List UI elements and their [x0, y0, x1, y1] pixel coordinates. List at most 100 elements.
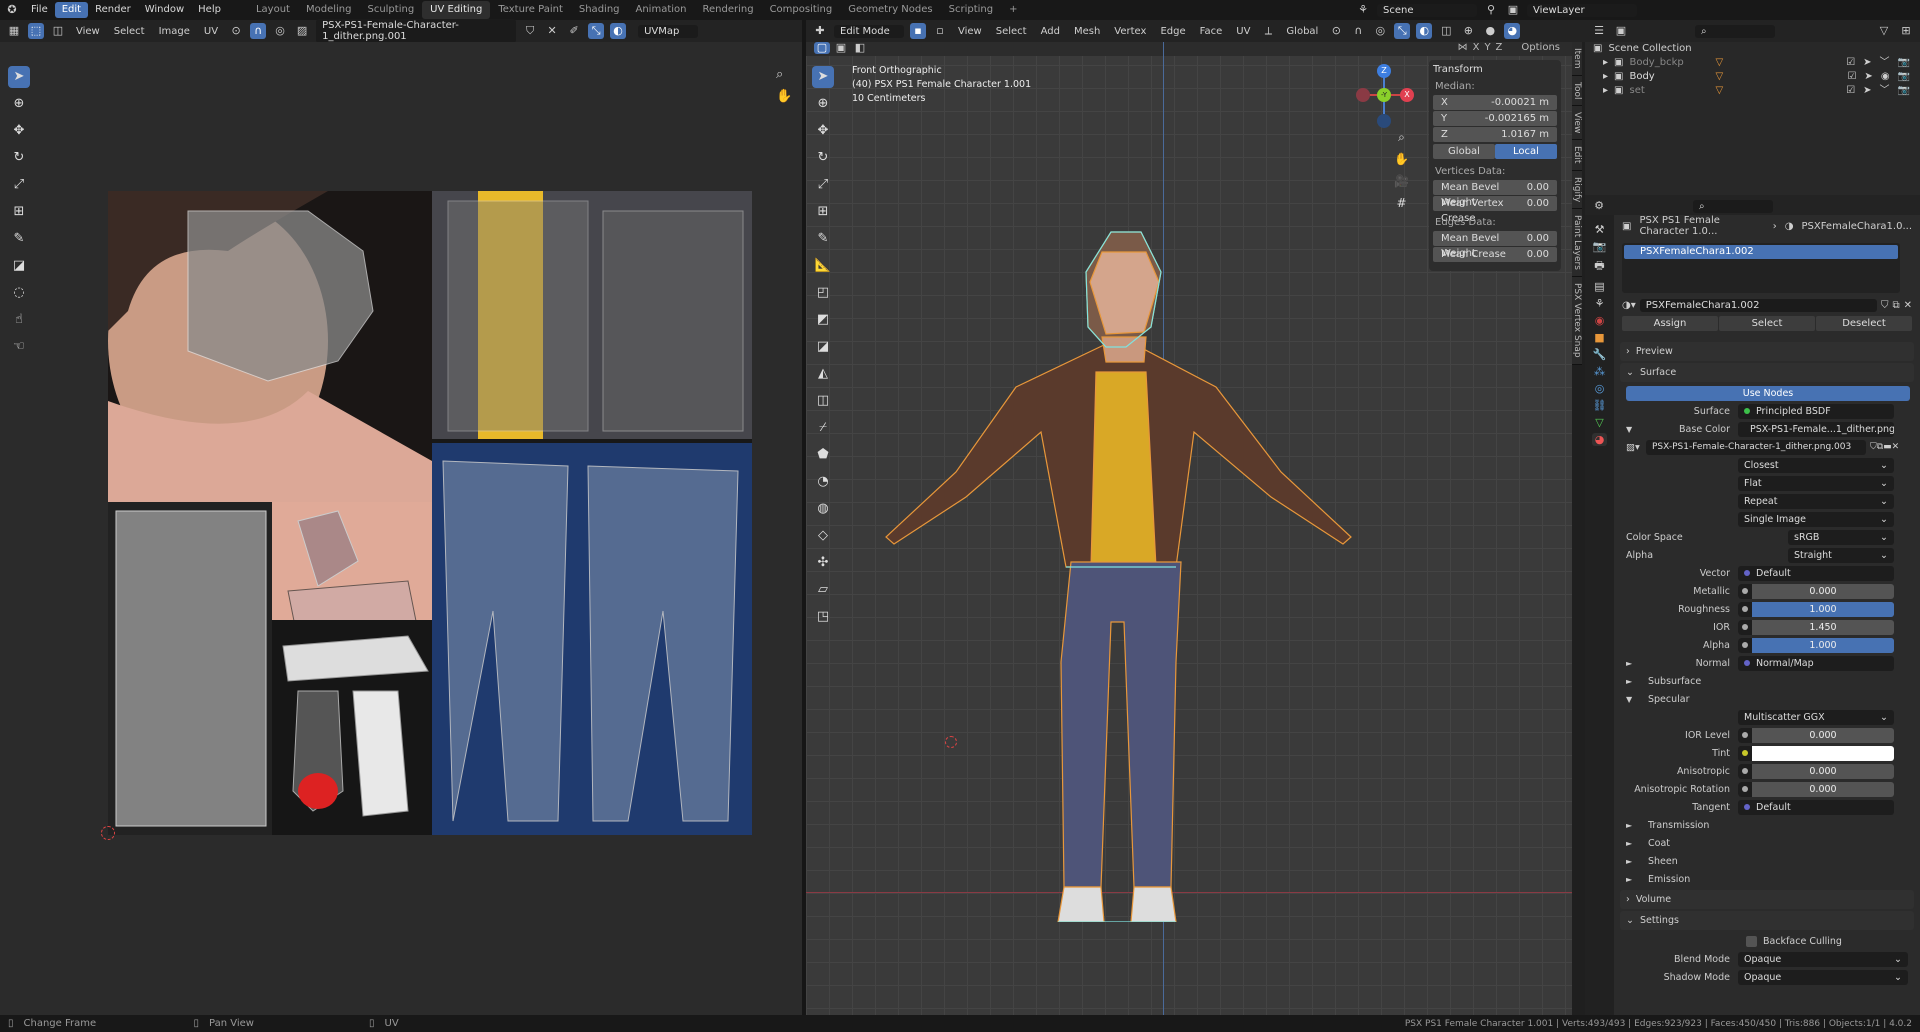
- output-tab-icon[interactable]: 🖶: [1594, 257, 1604, 276]
- socket-field[interactable]: Default: [1738, 799, 1894, 815]
- uv-editor[interactable]: ➤ ⊕ ✥ ↻ ⤢ ⊞ ✎ ◪ ◌ ☝ ☜ ⌕ ✋: [0, 42, 802, 1015]
- overlay-icon[interactable]: ◐: [1416, 23, 1433, 39]
- modifier-tab-icon[interactable]: 🔧: [1593, 348, 1607, 361]
- knife-icon[interactable]: ⌿: [812, 417, 834, 439]
- socket-field[interactable]: PSX-PS1-Female...1_dither.png.003: [1738, 421, 1894, 437]
- pivot-icon[interactable]: ⊙: [228, 23, 244, 39]
- dropdown[interactable]: Single Image ⌄: [1738, 511, 1894, 527]
- socket-field[interactable]: Default: [1738, 565, 1894, 581]
- transform-icon[interactable]: ⊞: [812, 201, 834, 223]
- uv-menu-uv[interactable]: UV: [200, 26, 222, 37]
- vp-menu-vertex[interactable]: Vertex: [1110, 26, 1150, 37]
- smooth-icon[interactable]: ◍: [812, 498, 834, 520]
- camera-icon[interactable]: 🎥: [1394, 170, 1409, 192]
- material-name-field[interactable]: PSXFemaleChara1.002: [1639, 299, 1877, 312]
- uv-select-vertex-icon[interactable]: ⬚: [28, 23, 44, 39]
- selectable-icon[interactable]: ➤: [1864, 70, 1872, 84]
- socket-field[interactable]: Principled BSDF: [1738, 403, 1894, 419]
- outliner-item[interactable]: ▸ ▣ set ▽ ☑ ➤ ﹀ 📷: [1585, 84, 1920, 98]
- fake-user-icon[interactable]: ⛉: [1881, 300, 1889, 311]
- view-layer-selector[interactable]: ViewLayer: [1527, 3, 1637, 17]
- mean-vertex-crease-field[interactable]: Mean Vertex Crease 0.00: [1433, 196, 1557, 224]
- transform-tool-icon[interactable]: ⊞: [8, 201, 30, 223]
- menu-help[interactable]: Help: [191, 2, 228, 18]
- pin-icon[interactable]: ✐: [566, 23, 582, 39]
- subpanel-header[interactable]: ► Emission: [1620, 870, 1914, 888]
- expand-icon[interactable]: ►: [1626, 677, 1632, 686]
- mode-selector[interactable]: Edit Mode: [834, 24, 904, 38]
- assign-button[interactable]: Assign: [1622, 316, 1718, 331]
- tab-sculpting[interactable]: Sculpting: [359, 1, 422, 19]
- snap-icon[interactable]: ∩: [1350, 23, 1366, 39]
- gizmo-y[interactable]: -Y: [1377, 88, 1391, 102]
- material-shading-icon[interactable]: ◕: [1504, 23, 1521, 39]
- backface-culling-checkbox[interactable]: [1746, 935, 1757, 947]
- annotate-icon[interactable]: ✎: [812, 228, 834, 250]
- vp-menu-view[interactable]: View: [954, 26, 986, 37]
- mirror-z[interactable]: Z: [1496, 42, 1503, 53]
- render-camera-icon[interactable]: 📷: [1898, 56, 1910, 70]
- panel-header[interactable]: ⌄ Settings: [1620, 911, 1914, 930]
- proportional-icon[interactable]: ◎: [1372, 23, 1388, 39]
- selectable-icon[interactable]: ➤: [1863, 84, 1871, 98]
- dropdown[interactable]: Closest ⌄: [1738, 457, 1894, 473]
- object-tab-icon[interactable]: ■: [1594, 331, 1604, 344]
- vp-menu-mesh[interactable]: Mesh: [1070, 26, 1104, 37]
- shear-icon[interactable]: ▱: [812, 579, 834, 601]
- dropdown[interactable]: Flat ⌄: [1738, 475, 1894, 491]
- zoom-icon[interactable]: ⌕: [1394, 126, 1409, 148]
- transform-title[interactable]: Transform: [1433, 64, 1557, 75]
- tab-rigify[interactable]: Rigify: [1572, 170, 1582, 210]
- dropdown[interactable]: Opaque ⌄: [1738, 969, 1908, 985]
- vp-menu-edge[interactable]: Edge: [1156, 26, 1189, 37]
- slider[interactable]: 1.450: [1738, 619, 1894, 635]
- material-tab-icon[interactable]: ◕: [1591, 433, 1608, 446]
- pinch-tool-icon[interactable]: ☜: [8, 336, 30, 358]
- median-x-field[interactable]: X -0.00021 m: [1433, 95, 1557, 110]
- uv-menu-select[interactable]: Select: [110, 26, 149, 37]
- eye-icon[interactable]: ﹀: [1880, 84, 1890, 98]
- rip-icon[interactable]: ◳: [812, 606, 834, 628]
- image-name-field[interactable]: PSX-PS1-Female-Character-1_dither.png.00…: [1646, 439, 1866, 455]
- panel-header[interactable]: › Preview: [1620, 342, 1914, 361]
- filter-icon[interactable]: ▽: [1876, 23, 1892, 39]
- mean-bevel-weight-field[interactable]: Mean Bevel Weight 0.00: [1433, 180, 1557, 208]
- zoom-icon[interactable]: ⌕: [776, 64, 792, 86]
- scene-selector[interactable]: Scene: [1377, 3, 1477, 17]
- expand-icon[interactable]: ▸: [1603, 84, 1608, 98]
- tab-uv-editing[interactable]: UV Editing: [422, 1, 491, 19]
- move-tool-icon[interactable]: ✥: [8, 120, 30, 142]
- socket-field[interactable]: Normal/Map: [1738, 655, 1894, 671]
- editor-type-icon[interactable]: ✚: [812, 23, 828, 39]
- mean-crease-field[interactable]: Mean Crease 0.00: [1433, 247, 1557, 262]
- render-camera-icon[interactable]: 📷: [1898, 70, 1910, 84]
- vp-menu-uv[interactable]: UV: [1232, 26, 1254, 37]
- outliner-search-input[interactable]: ⌕: [1695, 24, 1775, 38]
- relax-tool-icon[interactable]: ☝: [8, 309, 30, 331]
- dropdown[interactable]: sRGB ⌄: [1788, 529, 1894, 545]
- menu-file[interactable]: File: [24, 2, 55, 18]
- tab-item[interactable]: Item: [1572, 42, 1582, 76]
- physics-tab-icon[interactable]: ◎: [1595, 382, 1605, 395]
- vp-menu-face[interactable]: Face: [1196, 26, 1227, 37]
- 3d-cursor-icon[interactable]: [945, 736, 957, 748]
- expand-icon[interactable]: ►: [1626, 839, 1632, 848]
- properties-search-input[interactable]: ⌕: [1693, 199, 1773, 213]
- gizmo-icon[interactable]: ⤡: [1394, 23, 1411, 39]
- options-dropdown[interactable]: Options: [1521, 42, 1560, 53]
- pan-hand-icon[interactable]: ✋: [776, 86, 792, 108]
- pivot-icon[interactable]: ⊙: [1328, 23, 1344, 39]
- annotate-tool-icon[interactable]: ✎: [8, 228, 30, 250]
- shrink-icon[interactable]: ✣: [812, 552, 834, 574]
- wireframe-shading-icon[interactable]: ⊕: [1460, 23, 1476, 39]
- uv-sync-icon[interactable]: ⤡: [588, 23, 605, 39]
- scale-icon[interactable]: ⤢: [812, 174, 834, 196]
- vertex-select-icon[interactable]: ▪: [910, 23, 926, 39]
- tab-rendering[interactable]: Rendering: [694, 1, 761, 19]
- tab-edit[interactable]: Edit: [1572, 140, 1582, 171]
- expand-icon[interactable]: ▼: [1626, 425, 1632, 434]
- world-tab-icon[interactable]: ◉: [1595, 314, 1605, 327]
- fake-user-icon[interactable]: ⛉: [522, 23, 538, 39]
- grid-icon[interactable]: #: [1394, 192, 1409, 214]
- tab-modeling[interactable]: Modeling: [298, 1, 360, 19]
